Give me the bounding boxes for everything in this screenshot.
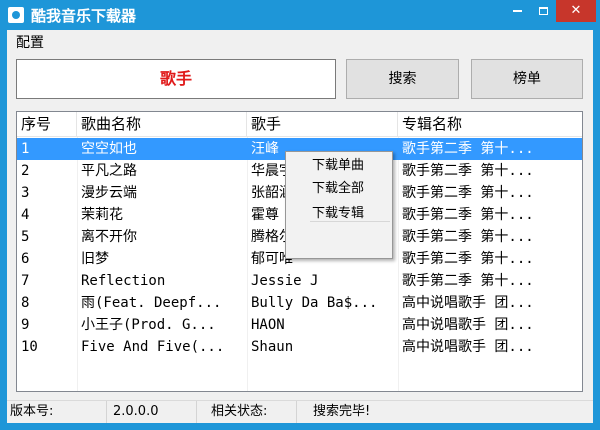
cell-index: 6 [21, 251, 30, 267]
version-label: 版本号: [7, 401, 107, 423]
maximize-icon [538, 6, 548, 15]
cell-artist: Bully Da Ba$... [251, 295, 378, 311]
cell-index: 10 [21, 339, 38, 355]
cell-song: Reflection [81, 273, 166, 289]
cell-album: 歌手第二季 第十... [402, 229, 534, 245]
app-icon [8, 7, 24, 23]
menu-config[interactable]: 配置 [16, 32, 44, 52]
context-menu-download-album[interactable]: 下载专辑 [286, 202, 392, 225]
cell-index: 8 [21, 295, 30, 311]
column-header-artist[interactable]: 歌手 [247, 112, 398, 137]
cell-song: 雨(Feat. Deepf... [81, 295, 222, 311]
chart-button[interactable]: 榜单 [471, 59, 583, 99]
cell-index: 2 [21, 163, 30, 179]
column-header-song[interactable]: 歌曲名称 [77, 112, 247, 137]
cell-song: 茉莉花 [81, 207, 123, 223]
maximize-button[interactable] [530, 0, 556, 22]
cell-index: 3 [21, 185, 30, 201]
cell-album: 高中说唱歌手 团... [402, 295, 534, 311]
minimize-button[interactable] [504, 0, 530, 22]
window-title: 酷我音乐下载器 [31, 7, 137, 25]
cell-album: 歌手第二季 第十... [402, 141, 534, 157]
client-area: 配置 歌手 搜索 榜单 序号 歌曲名称 歌手 专辑名称 1 空空如也 汪峰 歌手第二季… [7, 30, 593, 423]
cell-index: 7 [21, 273, 30, 289]
version-value: 2.0.0.0 [107, 401, 197, 423]
cell-song: 平凡之路 [81, 163, 137, 179]
cell-index: 5 [21, 229, 30, 245]
cell-album: 歌手第二季 第十... [402, 251, 534, 267]
cell-album: 歌手第二季 第十... [402, 273, 534, 289]
status-bar: 版本号: 2.0.0.0 相关状态: 搜索完毕! [7, 400, 593, 423]
context-menu: 下载单曲 下载全部 下载专辑 [285, 151, 393, 259]
close-icon: ✕ [570, 3, 582, 18]
status-value: 搜索完毕! [313, 404, 371, 419]
cell-album: 歌手第二季 第十... [402, 185, 534, 201]
menu-bar: 配置 [7, 30, 593, 51]
cell-album: 歌手第二季 第十... [402, 207, 534, 223]
cell-index: 9 [21, 317, 30, 333]
context-menu-download-all[interactable]: 下载全部 [286, 177, 392, 200]
column-header-index[interactable]: 序号 [17, 112, 77, 137]
table-row[interactable]: 9 小王子(Prod. G... HAON 高中说唱歌手 团... [17, 314, 582, 336]
cell-song: 漫步云端 [81, 185, 137, 201]
table-row[interactable]: 8 雨(Feat. Deepf... Bully Da Ba$... 高中说唱歌手 团… [17, 292, 582, 314]
cell-song: 离不开你 [81, 229, 137, 245]
cell-index: 4 [21, 207, 30, 223]
status-label: 相关状态: [197, 401, 297, 423]
context-menu-download-single[interactable]: 下载单曲 [286, 154, 392, 177]
table-row[interactable]: 10 Five And Five(... Shaun 高中说唱歌手 团... [17, 336, 582, 358]
cell-album: 高中说唱歌手 团... [402, 339, 534, 355]
cell-index: 1 [21, 141, 30, 157]
cell-song: 空空如也 [81, 141, 137, 157]
close-button[interactable]: ✕ [556, 0, 596, 22]
list-header: 序号 歌曲名称 歌手 专辑名称 [17, 112, 582, 137]
minimize-icon [512, 9, 522, 12]
cell-artist: Jessie J [251, 273, 319, 289]
search-mode-field[interactable]: 歌手 [16, 59, 336, 99]
cell-song: 小王子(Prod. G... [81, 317, 216, 333]
cell-song: 旧梦 [81, 251, 109, 267]
app-window: 酷我音乐下载器 ✕ 配置 歌手 搜索 榜单 序号 歌曲名称 歌手 专辑名称 1 空… [0, 0, 600, 430]
title-bar[interactable]: 酷我音乐下载器 ✕ [0, 0, 600, 30]
cell-artist: HAON [251, 317, 285, 333]
table-row[interactable]: 7 Reflection Jessie J 歌手第二季 第十... [17, 270, 582, 292]
column-header-album[interactable]: 专辑名称 [398, 112, 582, 137]
search-button[interactable]: 搜索 [346, 59, 459, 99]
cell-album: 高中说唱歌手 团... [402, 317, 534, 333]
cell-artist: Shaun [251, 339, 294, 355]
cell-album: 歌手第二季 第十... [402, 163, 534, 179]
cell-song: Five And Five(... [81, 339, 225, 355]
